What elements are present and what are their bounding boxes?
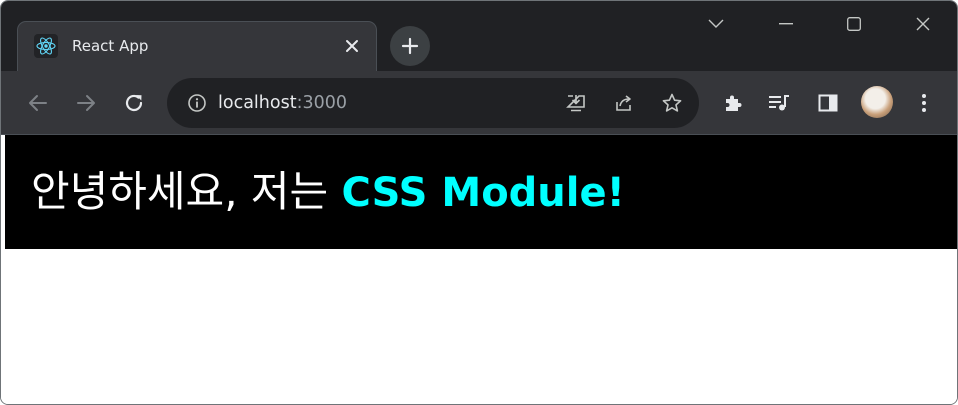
minimize-button[interactable]	[763, 7, 809, 41]
extensions-button[interactable]	[717, 87, 749, 119]
url-port: :3000	[296, 93, 347, 113]
new-tab-button[interactable]	[390, 26, 430, 66]
tab-title: React App	[72, 37, 149, 55]
reload-icon	[125, 94, 143, 112]
close-icon	[916, 17, 930, 31]
close-window-button[interactable]	[900, 7, 946, 41]
browser-window: React App localhost:3000 안녕하세요, 저는 CSS M…	[0, 0, 958, 405]
plus-icon	[401, 37, 419, 55]
more-vertical-icon	[922, 94, 926, 112]
url-text: localhost:3000	[218, 92, 347, 114]
menu-button[interactable]	[908, 87, 940, 119]
profile-avatar[interactable]	[861, 86, 893, 118]
playlist-music-icon	[769, 95, 789, 111]
install-app-icon[interactable]	[564, 91, 588, 115]
minimize-icon	[779, 23, 793, 25]
page-content: 안녕하세요, 저는 CSS Module!	[1, 135, 957, 404]
tab-react-app[interactable]: React App	[17, 21, 377, 71]
side-panel-button[interactable]	[812, 87, 844, 119]
side-panel-icon	[818, 94, 838, 112]
share-icon[interactable]	[612, 91, 636, 115]
url-host: localhost	[218, 93, 297, 113]
media-control-button[interactable]	[763, 87, 795, 119]
tab-strip: React App	[1, 1, 957, 71]
puzzle-icon	[726, 95, 742, 111]
back-button[interactable]	[22, 87, 54, 119]
header-banner: 안녕하세요, 저는 CSS Module!	[5, 135, 957, 249]
address-bar[interactable]: localhost:3000	[167, 78, 699, 128]
bookmark-star-icon[interactable]	[660, 91, 684, 115]
page-heading: 안녕하세요, 저는 CSS Module!	[31, 165, 625, 220]
close-tab-icon[interactable]	[340, 34, 364, 58]
arrow-left-icon	[29, 95, 47, 111]
forward-button[interactable]	[70, 87, 102, 119]
tab-search-button[interactable]	[693, 7, 739, 41]
reload-button[interactable]	[118, 87, 150, 119]
maximize-button[interactable]	[831, 7, 877, 41]
chevron-down-icon	[708, 19, 724, 28]
react-logo-icon	[34, 34, 58, 58]
browser-toolbar: localhost:3000	[1, 71, 957, 135]
highlight-text: CSS Module!	[341, 170, 625, 216]
site-info-icon[interactable]	[185, 91, 209, 115]
maximize-icon	[847, 17, 861, 31]
arrow-right-icon	[77, 95, 95, 111]
greeting-text: 안녕하세요, 저는	[31, 167, 342, 216]
